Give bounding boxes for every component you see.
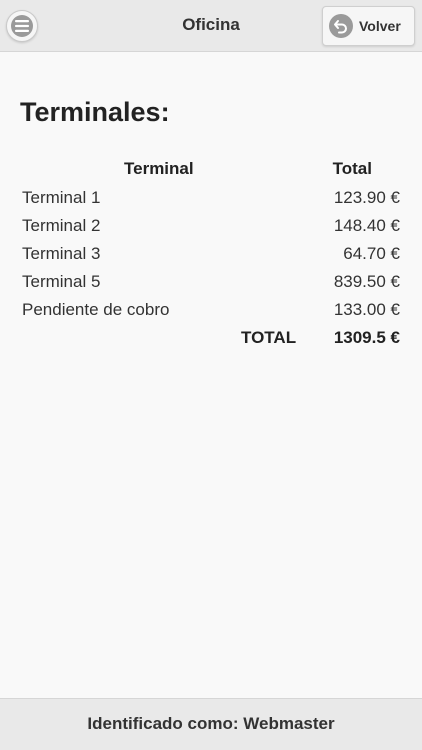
terminal-name: Terminal 1 <box>22 188 101 207</box>
table-row: Terminal 5 839.50 € <box>22 268 402 296</box>
total-value: 1309.5 € <box>333 328 400 347</box>
header-bar: Oficina Volver <box>0 0 422 52</box>
terminal-name: Terminal 5 <box>22 272 101 291</box>
column-header-total: Total <box>332 159 372 178</box>
terminal-total: 133.00 € <box>333 300 400 319</box>
terminal-total: 148.40 € <box>333 216 400 235</box>
terminal-name: Terminal 2 <box>22 216 101 235</box>
terminal-total: 839.50 € <box>333 272 400 291</box>
logged-in-user-text: Identificado como: Webmaster <box>87 714 335 733</box>
terminal-name: Pendiente de cobro <box>22 300 170 319</box>
terminals-table: Terminal Total Terminal 1 123.90 € Termi… <box>22 156 402 352</box>
table-row: Pendiente de cobro 133.00 € <box>22 296 402 324</box>
table-row: Terminal 1 123.90 € <box>22 184 402 212</box>
back-button-label: Volver <box>359 18 401 34</box>
table-total-row: TOTAL 1309.5 € <box>22 324 402 352</box>
section-heading: Terminales: <box>20 97 170 127</box>
column-header-terminal: Terminal <box>124 159 194 178</box>
footer-bar: Identificado como: Webmaster <box>0 698 422 750</box>
main-content: Terminales: Terminal Total Terminal 1 12… <box>0 53 422 698</box>
table-header-row: Terminal Total <box>22 156 402 184</box>
terminal-total: 123.90 € <box>333 188 400 207</box>
terminal-name: Terminal 3 <box>22 244 101 263</box>
back-button[interactable]: Volver <box>322 6 415 46</box>
table-row: Terminal 3 64.70 € <box>22 240 402 268</box>
terminal-total: 64.70 € <box>343 244 400 263</box>
total-label: TOTAL <box>241 328 297 347</box>
back-arrow-icon <box>329 14 353 38</box>
table-row: Terminal 2 148.40 € <box>22 212 402 240</box>
